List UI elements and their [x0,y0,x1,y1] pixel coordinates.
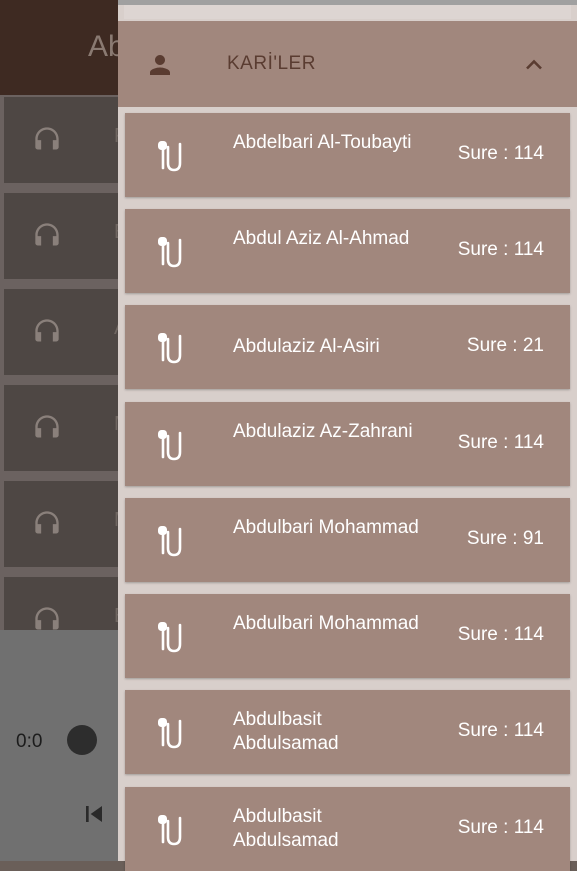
earphones-icon [158,333,182,364]
reciter-item[interactable]: Abdulaziz Az-Zahrani Sure : 114 [125,402,570,486]
skip-previous-icon[interactable] [78,798,110,830]
surah-count: Sure : 114 [457,143,544,164]
current-time: 0:0 [16,731,43,752]
seek-slider-thumb[interactable] [67,725,97,755]
chevron-up-icon[interactable] [520,51,548,79]
headphones-icon [35,607,59,630]
headphones-icon [35,127,59,150]
surah-count: Sure : 114 [457,432,544,453]
headphones-icon [35,415,59,438]
reciter-name: Abdulbari Mohammad [233,613,419,634]
reciter-item[interactable]: Abdulbasit Abdulsamad Sure : 114 [125,787,570,871]
drawer-divider [124,5,571,19]
surah-count: Sure : 21 [466,335,544,356]
surah-count: Sure : 114 [457,624,544,645]
earphones-icon [158,237,182,268]
earphones-icon [158,622,182,653]
surah-count: Sure : 114 [457,720,544,741]
surah-count: Sure : 114 [457,817,544,838]
reciter-item[interactable]: Abdulbari Mohammad Sure : 114 [125,594,570,678]
reciter-item[interactable]: Abdulbasit Abdulsamad Sure : 114 [125,690,570,774]
reciter-name: Abdulbasit Abdulsamad [233,709,339,754]
earphones-icon [158,718,182,749]
reciter-name: Abdul Aziz Al-Ahmad [233,228,410,249]
earphones-icon [158,141,182,172]
person-icon [150,55,170,75]
reciter-item[interactable]: Abdul Aziz Al-Ahmad Sure : 114 [125,209,570,293]
section-title: KARİ'LER [227,53,316,74]
earphones-icon [158,526,182,557]
earphones-icon [158,815,182,846]
reciter-item[interactable]: Abdelbari Al-Toubayti Sure : 114 [125,113,570,197]
reciter-name: Abdulbari Mohammad [233,517,419,538]
reciters-section-header[interactable]: KARİ'LER [118,21,577,107]
surah-count: Sure : 91 [466,528,544,549]
reciter-item[interactable]: Abdulbari Mohammad Sure : 91 [125,498,570,582]
navigation-drawer: KARİ'LER Abdelbari Al-Toubayti Sure : 11… [118,0,577,871]
earphones-icon [158,430,182,461]
headphones-icon [35,223,59,246]
surah-count: Sure : 114 [457,239,544,260]
reciter-item[interactable]: Abdulaziz Al-Asiri Sure : 21 [125,305,570,389]
reciter-name: Abdelbari Al-Toubayti [233,132,412,153]
headphones-icon [35,319,59,342]
headphones-icon [35,511,59,534]
reciter-name: Abdulaziz Az-Zahrani [233,421,413,442]
reciter-name: Abdulaziz Al-Asiri [233,336,380,357]
reciter-name: Abdulbasit Abdulsamad [233,806,339,851]
